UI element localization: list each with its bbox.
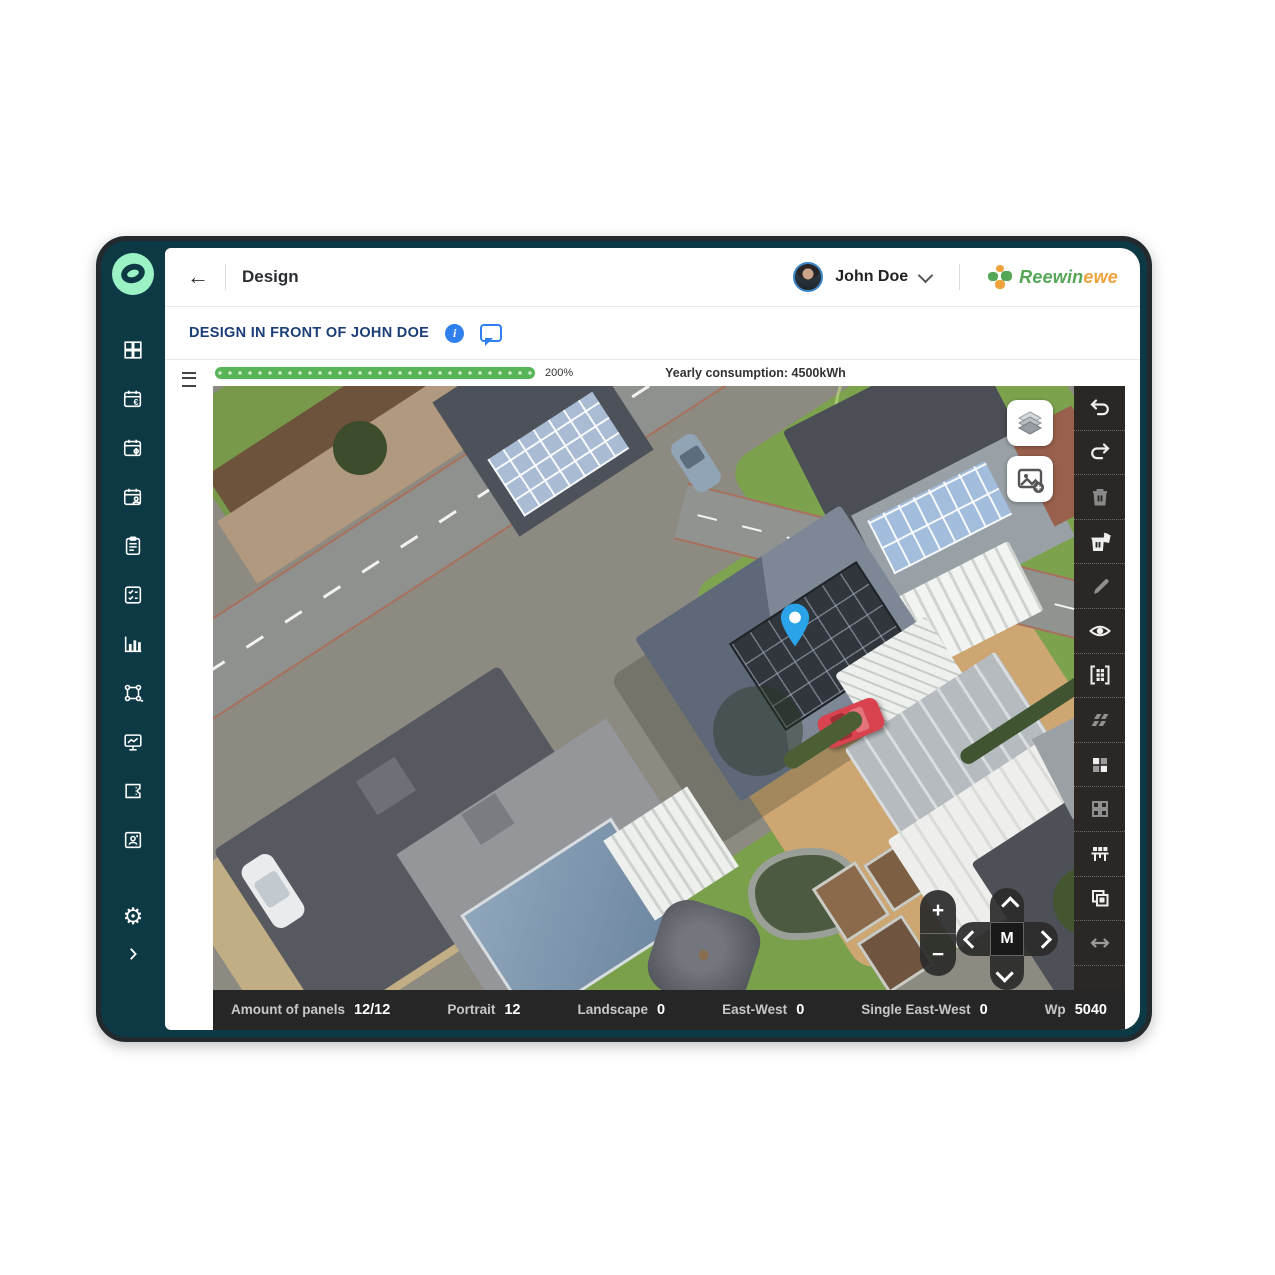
delete-all-icon[interactable] bbox=[1074, 520, 1125, 565]
status-landscape: Landscape0 bbox=[578, 1002, 666, 1018]
status-portrait: Portrait12 bbox=[447, 1002, 520, 1018]
status-amount-of-panels: Amount of panels12/12 bbox=[231, 1002, 390, 1018]
pan-right-button[interactable] bbox=[1024, 922, 1058, 956]
zoom-in-button[interactable]: + bbox=[920, 890, 956, 934]
calendar-finance-icon[interactable]: € bbox=[122, 388, 144, 410]
info-icon[interactable]: i bbox=[445, 324, 464, 343]
zoom-out-button[interactable]: − bbox=[920, 934, 956, 977]
yearly-consumption-label: Yearly consumption: 4500kWh bbox=[665, 366, 846, 380]
horizontal-move-icon[interactable] bbox=[1074, 921, 1125, 966]
pan-left-button[interactable] bbox=[956, 922, 990, 956]
expand-chevron-icon[interactable] bbox=[122, 943, 144, 965]
settings-gear-icon[interactable]: ⚙ bbox=[122, 905, 144, 927]
status-wp: Wp5040 bbox=[1045, 1002, 1107, 1018]
user-avatar[interactable] bbox=[793, 262, 823, 292]
dashboard-icon[interactable] bbox=[122, 339, 144, 361]
brand-text-green: Reewin bbox=[1019, 267, 1083, 287]
calendar-person-icon[interactable] bbox=[122, 486, 144, 508]
status-east-west: East-West0 bbox=[722, 1002, 804, 1018]
comment-icon[interactable] bbox=[480, 324, 502, 342]
sidebar-nav: € bbox=[122, 339, 144, 851]
status-single-east-west: Single East-West0 bbox=[861, 1002, 987, 1018]
slanted-panels-icon[interactable] bbox=[1074, 698, 1125, 743]
user-name[interactable]: John Doe bbox=[835, 268, 908, 286]
visibility-eye-icon[interactable] bbox=[1074, 609, 1125, 654]
undo-icon[interactable] bbox=[1074, 386, 1125, 431]
group-objects-icon[interactable] bbox=[122, 682, 144, 704]
toolbar-filler bbox=[1074, 966, 1125, 990]
chevron-down-icon[interactable] bbox=[918, 267, 934, 283]
mounting-system-icon[interactable] bbox=[1074, 832, 1125, 877]
location-pin[interactable] bbox=[777, 602, 813, 653]
design-title: DESIGN IN FRONT OF JOHN DOE bbox=[189, 325, 429, 341]
brand-logo-icon bbox=[988, 265, 1012, 289]
bar-chart-icon[interactable] bbox=[122, 633, 144, 655]
progress-percent: 200% bbox=[545, 367, 573, 379]
map-tree bbox=[333, 421, 387, 475]
progress-row: 200% Yearly consumption: 4500kWh bbox=[213, 360, 1125, 386]
sidebar-bottom: ⚙ bbox=[122, 905, 144, 965]
aerial-map[interactable]: + − M bbox=[213, 386, 1074, 990]
app-logo-icon bbox=[112, 253, 154, 295]
back-button[interactable]: ← bbox=[187, 266, 209, 288]
brand-text-orange: ewe bbox=[1083, 267, 1118, 287]
pan-control: M bbox=[956, 888, 1058, 990]
main-panel: ← Design John Doe Reewinewe bbox=[165, 248, 1140, 1030]
monitor-chart-icon[interactable] bbox=[122, 731, 144, 753]
design-toolbar bbox=[1074, 386, 1125, 990]
add-image-button[interactable] bbox=[1007, 456, 1053, 502]
clipboard-icon[interactable] bbox=[122, 535, 144, 557]
panel-fill-icon[interactable] bbox=[1074, 743, 1125, 788]
overlap-icon[interactable] bbox=[1074, 877, 1125, 922]
layers-button[interactable] bbox=[1007, 400, 1053, 446]
brand-logo: Reewinewe bbox=[988, 265, 1118, 289]
ticket-icon[interactable] bbox=[122, 780, 144, 802]
divider bbox=[959, 264, 960, 290]
consumption-progress-bar bbox=[215, 367, 535, 379]
redo-icon[interactable] bbox=[1074, 431, 1125, 476]
sidebar: € ⚙ bbox=[101, 241, 165, 1037]
checklist-icon[interactable] bbox=[122, 584, 144, 606]
collapse-handle-icon[interactable] bbox=[182, 372, 196, 387]
contact-card-icon[interactable] bbox=[122, 829, 144, 851]
right-gutter bbox=[1125, 360, 1140, 1030]
pan-down-button[interactable] bbox=[990, 956, 1024, 990]
panel-grid-icon[interactable] bbox=[1074, 654, 1125, 699]
panel-status-bar: Amount of panels12/12 Portrait12 Landsca… bbox=[213, 990, 1125, 1030]
delete-icon[interactable] bbox=[1074, 475, 1125, 520]
edit-pencil-icon[interactable] bbox=[1074, 564, 1125, 609]
divider bbox=[225, 264, 226, 290]
subheader: DESIGN IN FRONT OF JOHN DOE i bbox=[165, 307, 1140, 360]
map-car bbox=[668, 431, 725, 496]
app-window: € ⚙ ← Design John Doe bbox=[96, 236, 1152, 1042]
left-gutter bbox=[165, 360, 213, 1030]
pan-center-button[interactable]: M bbox=[990, 922, 1024, 956]
pan-up-button[interactable] bbox=[990, 888, 1024, 922]
header: ← Design John Doe Reewinewe bbox=[165, 248, 1140, 307]
svg-text:€: € bbox=[133, 397, 138, 407]
map-solar-panels bbox=[487, 392, 629, 517]
calendar-settings-icon[interactable] bbox=[122, 437, 144, 459]
zoom-control: + − bbox=[920, 890, 956, 976]
page-title: Design bbox=[242, 267, 299, 287]
panel-outline-icon[interactable] bbox=[1074, 787, 1125, 832]
